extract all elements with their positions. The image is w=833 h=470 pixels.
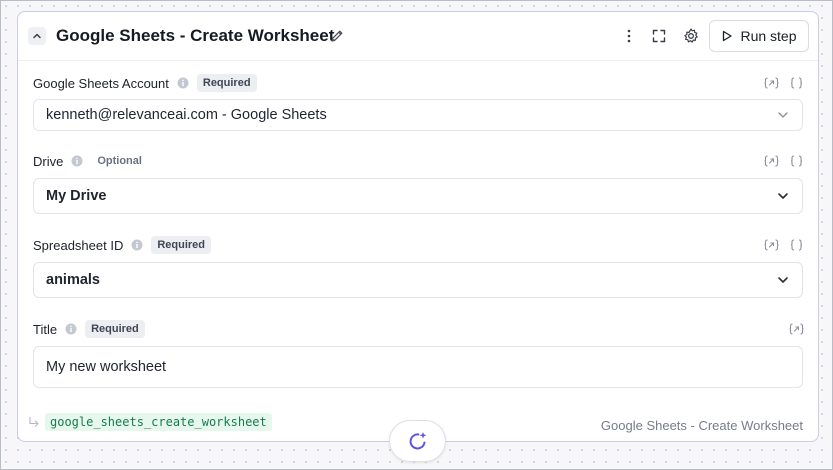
drive-label: Drive: [33, 153, 64, 169]
account-label: Google Sheets Account: [33, 75, 169, 91]
spreadsheet-var-icons: [764, 235, 804, 255]
variable-link-icon[interactable]: [789, 322, 804, 336]
play-icon: [723, 30, 733, 42]
title-var-icons: [789, 319, 804, 339]
required-badge: Required: [85, 320, 145, 338]
pencil-icon[interactable]: [329, 28, 345, 44]
chevron-down-icon: [778, 277, 788, 283]
json-braces-icon[interactable]: [789, 154, 804, 168]
collapse-button[interactable]: [28, 27, 46, 45]
step-card: Google Sheets - Create Worksheet Run ste…: [17, 11, 819, 442]
spreadsheet-label-row: Spreadsheet ID Required: [33, 235, 212, 255]
drive-select[interactable]: My Drive: [33, 178, 803, 214]
variable-link-icon[interactable]: [764, 76, 779, 90]
variable-link-icon[interactable]: [764, 154, 779, 168]
tool-id-tag: google_sheets_create_worksheet: [45, 413, 272, 431]
kebab-icon[interactable]: [621, 28, 637, 44]
drive-var-icons: [764, 151, 804, 171]
ai-refresh-sparkle-icon: [409, 432, 426, 450]
variable-link-icon[interactable]: [764, 238, 779, 252]
info-icon[interactable]: [65, 323, 77, 335]
spreadsheet-label: Spreadsheet ID: [33, 237, 124, 253]
title-value: My new worksheet: [46, 359, 167, 375]
account-select[interactable]: kenneth@relevanceai.com - Google Sheets: [33, 99, 803, 131]
info-icon[interactable]: [71, 155, 83, 167]
run-step-button[interactable]: Run step: [709, 20, 809, 52]
json-braces-icon[interactable]: [789, 238, 804, 252]
drive-label-row: Drive Optional: [33, 151, 148, 171]
chevron-down-icon: [778, 193, 788, 199]
info-icon[interactable]: [131, 239, 143, 251]
account-label-row: Google Sheets Account Required: [33, 73, 257, 93]
info-icon[interactable]: [177, 77, 189, 89]
required-badge: Required: [151, 236, 212, 254]
card-title: Google Sheets - Create Worksheet: [56, 26, 335, 45]
card-header: Google Sheets - Create Worksheet Run ste…: [18, 12, 818, 61]
expand-icon[interactable]: [651, 28, 667, 44]
title-label-row: Title Required: [33, 319, 145, 339]
return-arrow-icon: [29, 416, 39, 427]
footer-tool-title: Google Sheets - Create Worksheet: [600, 418, 803, 433]
account-value: kenneth@relevanceai.com - Google Sheets: [46, 107, 327, 123]
drive-value: My Drive: [46, 188, 107, 204]
spreadsheet-select[interactable]: animals: [33, 262, 803, 298]
chevron-up-icon: [33, 33, 41, 39]
run-step-label: Run step: [740, 28, 797, 44]
spreadsheet-value: animals: [46, 272, 100, 288]
ai-assist-button[interactable]: [389, 420, 446, 462]
gear-icon[interactable]: [682, 27, 700, 45]
required-badge: Required: [196, 74, 257, 92]
account-var-icons: [764, 73, 804, 93]
json-braces-icon[interactable]: [789, 76, 804, 90]
chevron-down-icon: [778, 112, 788, 118]
title-label: Title: [33, 321, 58, 337]
title-input[interactable]: My new worksheet: [33, 346, 803, 388]
optional-badge: Optional: [97, 155, 142, 167]
